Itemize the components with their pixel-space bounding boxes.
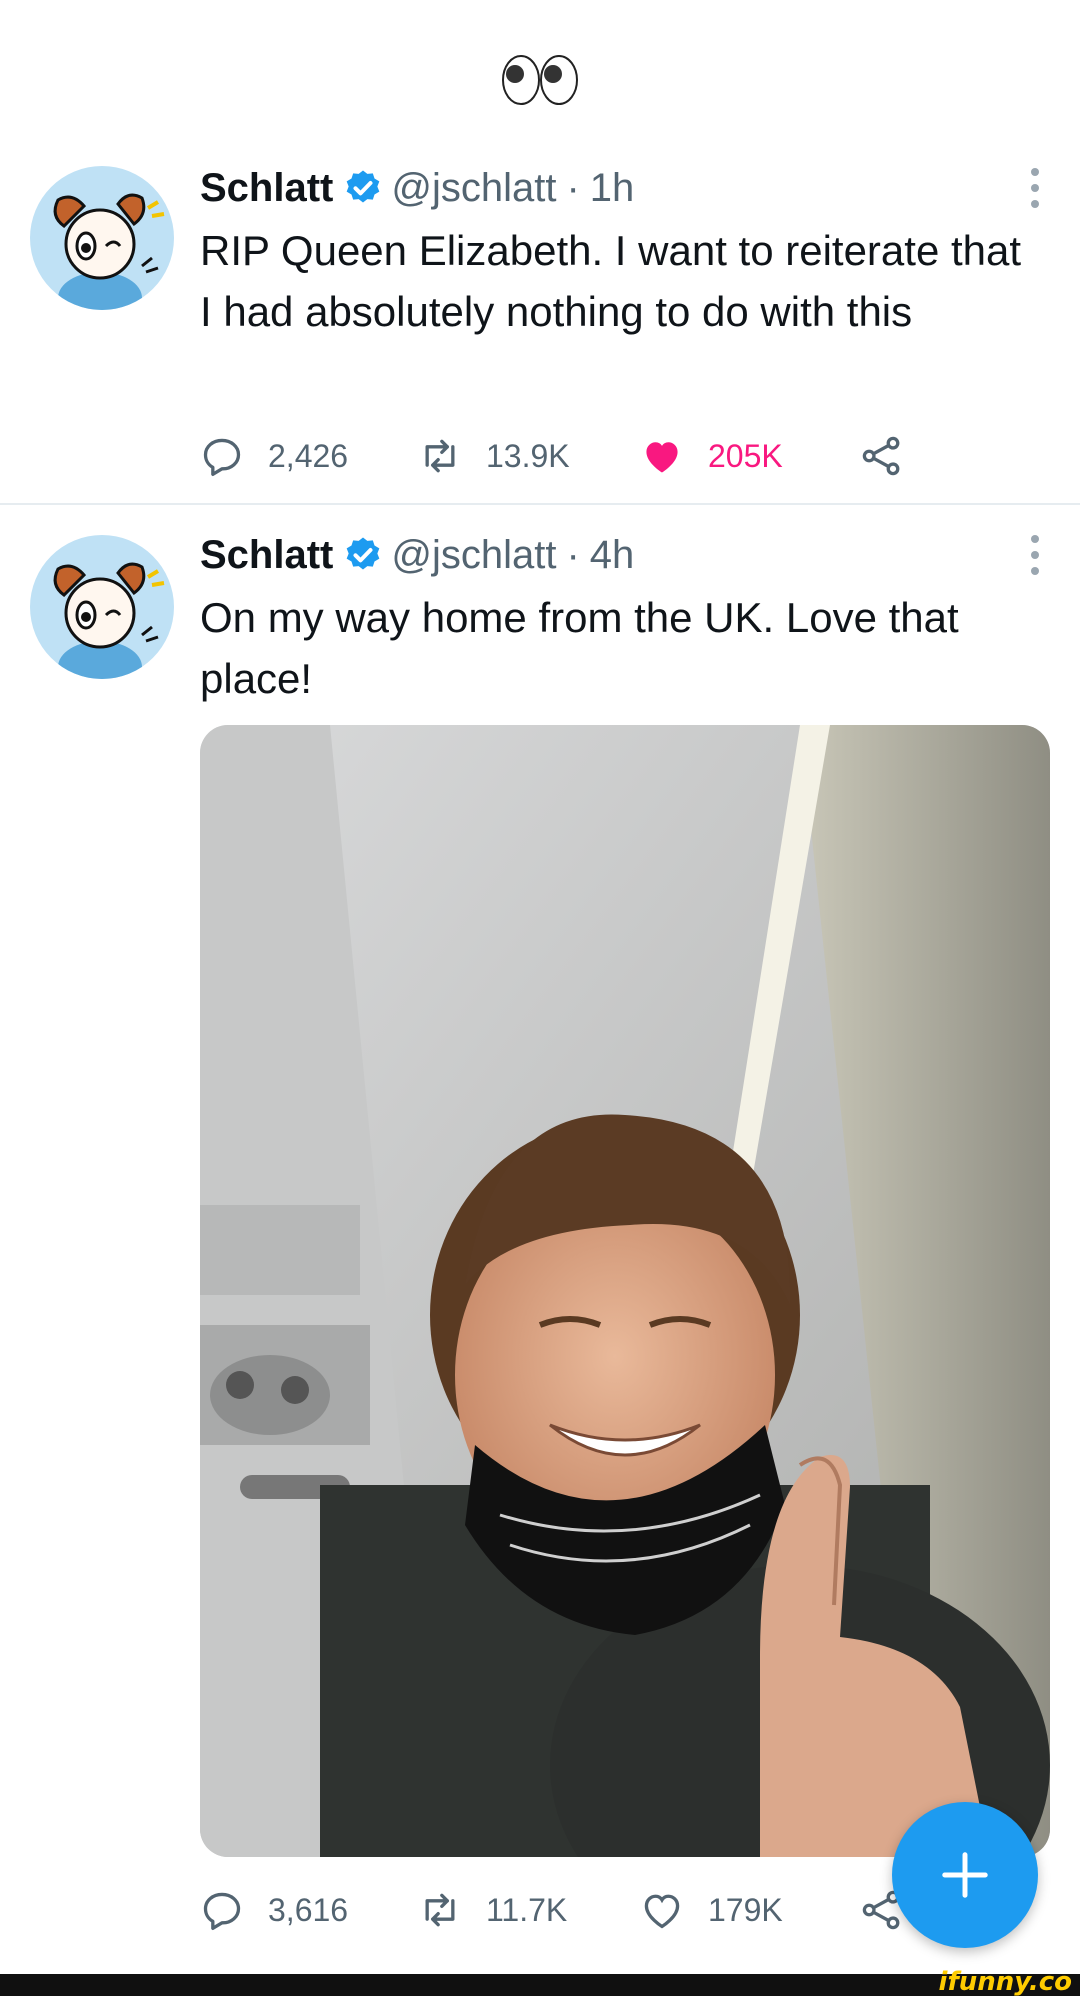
tweet-text: RIP Queen Elizabeth. I want to reiterate… <box>200 227 1022 335</box>
tweet-1[interactable]: Schlatt @jschlatt · 1h RIP Queen Elizabe… <box>0 158 1080 503</box>
separator: · <box>566 532 580 577</box>
heart-icon <box>646 442 678 473</box>
reply-button[interactable]: 3,616 <box>200 1880 348 1940</box>
verified-badge-icon <box>347 170 380 203</box>
retweet-icon <box>425 439 455 473</box>
avatar[interactable] <box>30 166 174 310</box>
more-vertical-icon[interactable] <box>1020 533 1050 577</box>
tweet-2[interactable]: Schlatt @jschlatt · 4h On my way home fr… <box>0 525 1080 1975</box>
tweet-photo[interactable] <box>200 725 1050 1857</box>
eyes-icon <box>502 55 578 105</box>
retweet-button[interactable]: 13.9K <box>418 426 570 486</box>
plus-icon <box>942 1852 988 1898</box>
like-button[interactable]: 205K <box>640 426 783 486</box>
like-count: 179K <box>708 1891 783 1928</box>
handle[interactable]: @jschlatt <box>391 166 556 211</box>
share-button[interactable] <box>860 426 928 486</box>
display-name[interactable]: Schlatt <box>200 166 333 211</box>
watermark-logo: ifunny.co <box>938 1967 1072 1997</box>
more-vertical-icon[interactable] <box>1020 166 1050 210</box>
reply-icon <box>203 1892 241 1930</box>
avatar[interactable] <box>30 535 174 679</box>
reply-icon <box>203 438 241 476</box>
timestamp[interactable]: 4h <box>590 533 635 578</box>
retweet-count: 13.9K <box>486 437 570 474</box>
retweet-button[interactable]: 11.7K <box>418 1880 567 1940</box>
heart-icon <box>644 1894 680 1929</box>
timestamp[interactable]: 1h <box>590 166 635 211</box>
display-name[interactable]: Schlatt <box>200 533 333 578</box>
separator: · <box>566 165 580 210</box>
verified-badge-icon <box>347 537 380 570</box>
tweet-text: On my way home from the UK. Love that pl… <box>200 594 959 702</box>
retweet-count: 11.7K <box>486 1891 568 1928</box>
share-icon <box>862 436 900 476</box>
like-count: 205K <box>708 437 783 474</box>
eyes-emoji <box>0 52 1080 108</box>
retweet-icon <box>425 1893 455 1927</box>
divider <box>0 503 1080 505</box>
reply-count: 3,616 <box>268 1891 349 1928</box>
handle[interactable]: @jschlatt <box>391 533 556 578</box>
compose-button[interactable] <box>892 1802 1038 1948</box>
reply-count: 2,426 <box>268 437 349 474</box>
watermark-bar: ifunny.co <box>0 1968 1080 1996</box>
selfie-photo <box>200 725 1050 1857</box>
reply-button[interactable]: 2,426 <box>200 426 348 486</box>
like-button[interactable]: 179K <box>640 1880 783 1940</box>
